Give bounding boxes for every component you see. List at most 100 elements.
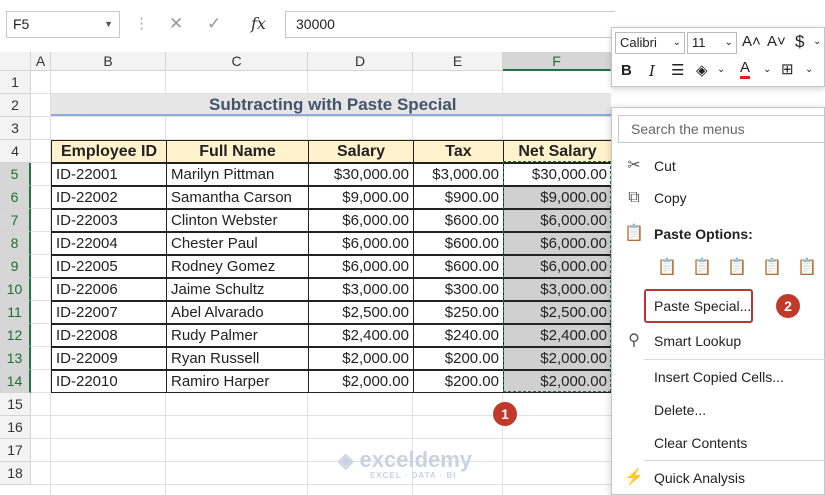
row-header-2[interactable]: 2 xyxy=(0,94,31,117)
table-header-cell[interactable]: Net Salary xyxy=(503,140,612,163)
table-cell[interactable]: ID-22001 xyxy=(51,163,167,186)
table-cell[interactable]: $30,000.00 xyxy=(308,163,414,186)
table-cell[interactable]: $600.00 xyxy=(413,232,504,255)
row-header-14[interactable]: 14 xyxy=(0,370,31,393)
enter-icon[interactable]: ✓ xyxy=(207,14,221,34)
menu-item-delete[interactable]: Delete... xyxy=(612,395,825,425)
formula-input[interactable]: 30000 xyxy=(285,11,615,38)
column-header-c[interactable]: C xyxy=(166,52,308,71)
row-header-17[interactable]: 17 xyxy=(0,439,31,462)
row-header-3[interactable]: 3 xyxy=(0,117,31,140)
fill-color-icon[interactable]: ◈ xyxy=(696,61,708,79)
table-cell[interactable]: Ryan Russell xyxy=(166,347,309,370)
table-cell[interactable]: $250.00 xyxy=(413,301,504,324)
table-cell[interactable]: $200.00 xyxy=(413,370,504,393)
menu-item-cut[interactable]: ✂ Cut xyxy=(612,151,825,181)
bold-button[interactable]: B xyxy=(621,62,632,79)
table-cell[interactable]: $600.00 xyxy=(413,209,504,232)
row-header-15[interactable]: 15 xyxy=(0,393,31,416)
table-header-cell[interactable]: Full Name xyxy=(166,140,309,163)
table-cell[interactable]: $2,400.00 xyxy=(308,324,414,347)
decrease-font-size-button[interactable]: A˅ xyxy=(767,33,786,50)
table-cell[interactable]: Rudy Palmer xyxy=(166,324,309,347)
table-header-cell[interactable]: Salary xyxy=(308,140,414,163)
table-cell[interactable]: $9,000.00 xyxy=(308,186,414,209)
table-cell[interactable]: Chester Paul xyxy=(166,232,309,255)
table-cell[interactable]: ID-22005 xyxy=(51,255,167,278)
paste-transpose-icon[interactable]: 📋 xyxy=(760,257,784,281)
chevron-down-icon[interactable]: ⌄ xyxy=(717,64,725,75)
font-color-button[interactable]: A xyxy=(740,59,751,79)
row-header-6[interactable]: 6 xyxy=(0,186,31,209)
table-cell[interactable]: $6,000.00 xyxy=(308,209,414,232)
row-header-13[interactable]: 13 xyxy=(0,347,31,370)
row-header-8[interactable]: 8 xyxy=(0,232,31,255)
column-header-b[interactable]: B xyxy=(51,52,166,71)
table-cell[interactable]: $6,000.00 xyxy=(308,255,414,278)
table-cell[interactable]: Rodney Gomez xyxy=(166,255,309,278)
table-cell[interactable]: $240.00 xyxy=(413,324,504,347)
table-cell[interactable]: Jaime Schultz xyxy=(166,278,309,301)
column-header-e[interactable]: E xyxy=(413,52,503,71)
cancel-icon[interactable]: ✕ xyxy=(169,14,183,34)
borders-icon[interactable]: ⊞ xyxy=(781,60,794,78)
table-cell[interactable]: ID-22006 xyxy=(51,278,167,301)
table-cell[interactable]: Marilyn Pittman xyxy=(166,163,309,186)
row-header-16[interactable]: 16 xyxy=(0,416,31,439)
increase-font-size-button[interactable]: A˄ xyxy=(742,33,761,50)
menu-search-input[interactable]: Search the menus xyxy=(618,115,825,143)
table-cell[interactable]: ID-22007 xyxy=(51,301,167,324)
menu-item-insert-copied-cells[interactable]: Insert Copied Cells... xyxy=(612,362,825,392)
table-cell[interactable]: Ramiro Harper xyxy=(166,370,309,393)
row-header-9[interactable]: 9 xyxy=(0,255,31,278)
align-center-icon[interactable]: ☰ xyxy=(671,61,684,79)
table-cell[interactable]: $2,500.00 xyxy=(308,301,414,324)
chevron-down-icon[interactable]: ⌄ xyxy=(805,64,813,75)
table-cell[interactable]: $600.00 xyxy=(413,255,504,278)
insert-function-icon[interactable]: fx xyxy=(251,14,266,33)
italic-button[interactable]: I xyxy=(649,62,655,80)
menu-item-quick-analysis[interactable]: ⚡ Quick Analysis xyxy=(612,463,825,493)
row-header-10[interactable]: 10 xyxy=(0,278,31,301)
table-cell[interactable]: $2,000.00 xyxy=(308,347,414,370)
menu-item-copy[interactable]: ⧉ Copy xyxy=(612,183,825,213)
currency-format-button[interactable]: $ xyxy=(795,32,804,52)
table-cell[interactable]: ID-22002 xyxy=(51,186,167,209)
table-cell[interactable]: $300.00 xyxy=(413,278,504,301)
table-header-cell[interactable]: Employee ID xyxy=(51,140,167,163)
table-header-cell[interactable]: Tax xyxy=(413,140,504,163)
font-name-select[interactable]: Calibri ⌄ xyxy=(615,32,685,54)
table-cell[interactable]: $900.00 xyxy=(413,186,504,209)
row-header-18[interactable]: 18 xyxy=(0,462,31,485)
table-cell[interactable]: Clinton Webster xyxy=(166,209,309,232)
column-header-f[interactable]: F xyxy=(503,52,611,71)
row-header-12[interactable]: 12 xyxy=(0,324,31,347)
table-cell[interactable]: $2,000.00 xyxy=(308,370,414,393)
table-cell[interactable]: ID-22010 xyxy=(51,370,167,393)
column-header-d[interactable]: D xyxy=(308,52,413,71)
table-cell[interactable]: $3,000.00 xyxy=(308,278,414,301)
font-size-select[interactable]: 11 ⌄ xyxy=(687,32,737,54)
row-header-5[interactable]: 5 xyxy=(0,163,31,186)
row-header-4[interactable]: 4 xyxy=(0,140,31,163)
paste-formatting-icon[interactable]: 📋 xyxy=(795,257,819,281)
table-cell[interactable]: Abel Alvarado xyxy=(166,301,309,324)
row-header-11[interactable]: 11 xyxy=(0,301,31,324)
table-cell[interactable]: ID-22004 xyxy=(51,232,167,255)
row-header-7[interactable]: 7 xyxy=(0,209,31,232)
drag-handle-icon[interactable]: ⋮ xyxy=(134,14,149,32)
row-header-1[interactable]: 1 xyxy=(0,71,31,94)
table-cell[interactable]: Samantha Carson xyxy=(166,186,309,209)
table-cell[interactable]: $6,000.00 xyxy=(308,232,414,255)
menu-item-clear-contents[interactable]: Clear Contents xyxy=(612,428,825,458)
chevron-down-icon[interactable]: ⌄ xyxy=(813,36,821,47)
name-box[interactable]: F5 ▼ xyxy=(6,11,120,38)
column-header-a[interactable]: A xyxy=(31,52,51,71)
table-cell[interactable]: ID-22008 xyxy=(51,324,167,347)
paste-formulas-icon[interactable]: 📋 xyxy=(725,257,749,281)
paste-values-icon[interactable]: 📋 xyxy=(690,257,714,281)
menu-item-smart-lookup[interactable]: ⚲ Smart Lookup xyxy=(612,326,825,356)
select-all-corner[interactable] xyxy=(0,52,31,71)
table-cell[interactable]: ID-22009 xyxy=(51,347,167,370)
chevron-down-icon[interactable]: ⌄ xyxy=(763,64,771,75)
